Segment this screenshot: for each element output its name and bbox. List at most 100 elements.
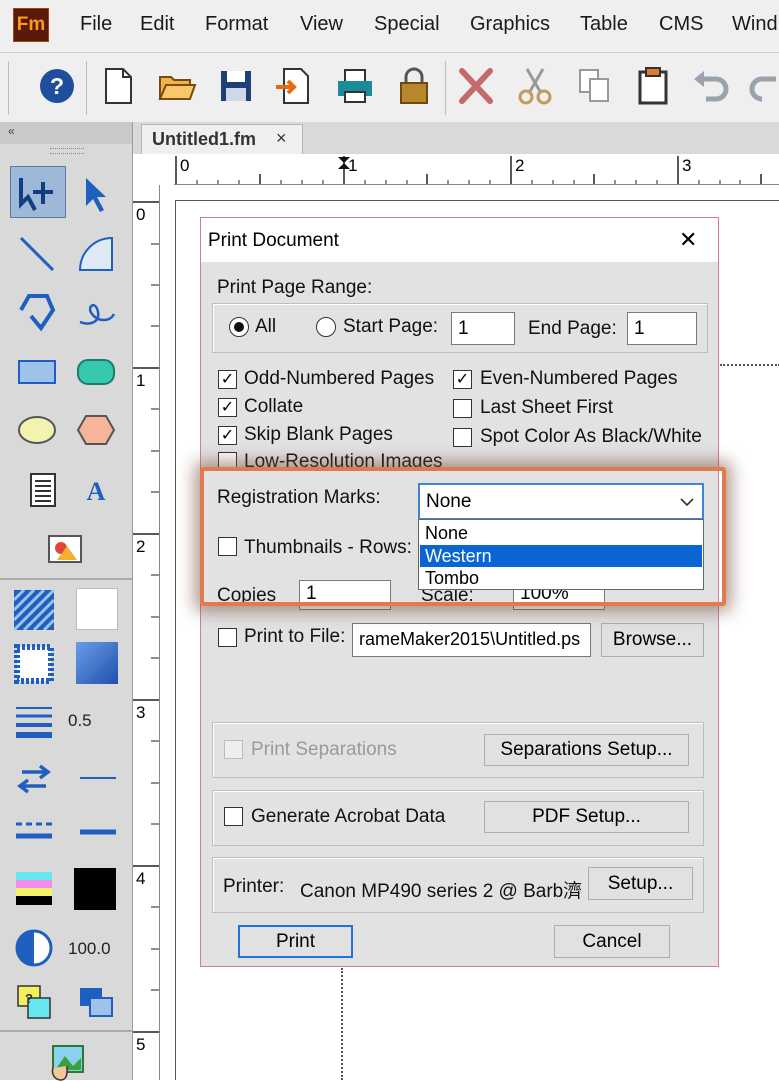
framemaker-logo-icon: Fm: [13, 8, 49, 42]
menu-window[interactable]: Wind: [732, 13, 778, 36]
radio-all-label[interactable]: All: [255, 316, 276, 338]
graphic-frame-tool-icon[interactable]: [45, 528, 85, 568]
line-ends-icon[interactable]: [14, 758, 54, 798]
even-pages-label[interactable]: Even-Numbered Pages: [480, 368, 678, 390]
line-width-icon[interactable]: [14, 700, 54, 740]
fill-pattern-icon[interactable]: [14, 590, 54, 630]
color-cmyk-icon[interactable]: [14, 868, 54, 908]
rounded-rectangle-tool-icon[interactable]: [76, 352, 116, 392]
object-select-icon[interactable]: [76, 174, 116, 214]
radio-all[interactable]: [229, 317, 249, 337]
pdf-setup-button[interactable]: PDF Setup...: [484, 801, 689, 833]
menu-special[interactable]: Special: [374, 13, 440, 36]
browse-button[interactable]: Browse...: [601, 623, 704, 657]
collate-label[interactable]: Collate: [244, 396, 303, 418]
even-pages-checkbox[interactable]: ✓: [453, 370, 472, 389]
ruler-label: 1: [136, 371, 146, 390]
line-tool-icon[interactable]: [17, 234, 57, 274]
open-folder-icon[interactable]: [157, 65, 197, 107]
start-page-input[interactable]: 1: [451, 312, 515, 345]
print-button[interactable]: Print: [238, 925, 353, 958]
odd-pages-label[interactable]: Odd-Numbered Pages: [244, 368, 434, 390]
text-frame-boundary: [720, 364, 779, 366]
print-separations-label[interactable]: Print Separations: [251, 739, 397, 761]
skip-blank-label[interactable]: Skip Blank Pages: [244, 424, 393, 446]
menu-edit[interactable]: Edit: [140, 13, 174, 36]
print-to-file-checkbox[interactable]: [218, 628, 237, 647]
copy-icon[interactable]: [575, 65, 615, 107]
import-icon[interactable]: [274, 65, 314, 107]
grip-icon[interactable]: [50, 148, 84, 154]
print-icon[interactable]: [335, 65, 375, 107]
oval-tool-icon[interactable]: [17, 410, 57, 450]
end-page-label: End Page:: [528, 318, 617, 339]
last-sheet-first-label[interactable]: Last Sheet First: [480, 397, 613, 419]
print-to-file-label[interactable]: Print to File:: [244, 626, 345, 648]
ruler-label: 3: [136, 703, 146, 722]
lock-icon[interactable]: [394, 65, 434, 107]
smart-select-icon[interactable]: [17, 174, 57, 214]
dialog-title: Print Document: [208, 230, 339, 251]
ruler-label: 0: [180, 156, 190, 175]
delete-icon[interactable]: [456, 65, 496, 107]
start-page-label[interactable]: Start Page:: [343, 316, 438, 338]
redo-icon[interactable]: [748, 65, 779, 107]
paste-icon[interactable]: [633, 65, 673, 107]
undo-icon[interactable]: [690, 65, 730, 107]
arc-tool-icon[interactable]: [76, 234, 116, 274]
printer-setup-button[interactable]: Setup...: [588, 867, 693, 900]
freehand-tool-icon[interactable]: [76, 292, 116, 332]
solid-line-icon[interactable]: [78, 758, 118, 798]
print-separations-checkbox[interactable]: [224, 740, 243, 759]
print-file-path-input[interactable]: rameMaker2015\Untitled.ps: [352, 623, 591, 657]
menu-file[interactable]: File: [80, 13, 112, 36]
rectangle-tool-icon[interactable]: [17, 352, 57, 392]
polyline-tool-icon[interactable]: [17, 292, 57, 332]
fill-color-swatch[interactable]: [76, 588, 118, 630]
end-page-input[interactable]: 1: [627, 312, 697, 345]
spot-color-checkbox[interactable]: [453, 428, 472, 447]
generate-acrobat-checkbox[interactable]: [224, 807, 243, 826]
tint-icon[interactable]: [14, 928, 54, 968]
document-tab-close-icon[interactable]: ×: [276, 128, 287, 149]
polygon-tool-icon[interactable]: [76, 410, 116, 450]
new-document-icon[interactable]: [98, 65, 138, 107]
generate-acrobat-label[interactable]: Generate Acrobat Data: [251, 806, 445, 828]
color-black-swatch[interactable]: [74, 868, 116, 910]
menu-format[interactable]: Format: [205, 13, 268, 36]
dash-pattern-icon[interactable]: [14, 812, 54, 852]
pen-pattern-icon[interactable]: [14, 644, 54, 684]
image-place-icon[interactable]: [47, 1042, 87, 1082]
cut-icon[interactable]: [515, 65, 555, 107]
ruler-label: 0: [136, 205, 146, 224]
collapse-icon[interactable]: «: [8, 124, 15, 138]
menu-view[interactable]: View: [300, 13, 343, 36]
tint-value: 100.0: [68, 939, 111, 958]
last-sheet-first-checkbox[interactable]: [453, 399, 472, 418]
dialog-close-icon[interactable]: ✕: [679, 227, 697, 253]
vertical-ruler: 0 1 2 3 4 5: [133, 185, 160, 1080]
pen-color-swatch[interactable]: [76, 642, 118, 684]
menu-table[interactable]: Table: [580, 13, 628, 36]
tools-panel: « A 0.5 100.0 ?: [0, 122, 133, 1082]
separations-setup-button[interactable]: Separations Setup...: [484, 734, 689, 766]
horizontal-ruler: 0 1 2 3: [174, 154, 779, 185]
odd-pages-checkbox[interactable]: ✓: [218, 370, 237, 389]
cancel-button[interactable]: Cancel: [554, 925, 670, 958]
radio-start-page[interactable]: [316, 317, 336, 337]
help-icon[interactable]: ?: [37, 65, 77, 107]
save-icon[interactable]: [216, 65, 256, 107]
ruler-ticks-vertical: [133, 201, 159, 1033]
overprint-icon[interactable]: ?: [14, 982, 54, 1022]
document-tab[interactable]: Untitled1.fm ×: [141, 124, 303, 154]
ruler-label: 5: [136, 1035, 146, 1054]
text-line-tool-icon[interactable]: A: [76, 470, 116, 510]
menu-cms[interactable]: CMS: [659, 13, 703, 36]
runaround-icon[interactable]: [76, 982, 116, 1022]
thick-line-icon[interactable]: [78, 812, 118, 852]
collate-checkbox[interactable]: ✓: [218, 398, 237, 417]
text-column-tool-icon[interactable]: [23, 470, 63, 510]
skip-blank-checkbox[interactable]: ✓: [218, 426, 237, 445]
spot-color-label[interactable]: Spot Color As Black/White: [480, 426, 702, 448]
menu-graphics[interactable]: Graphics: [470, 13, 550, 36]
